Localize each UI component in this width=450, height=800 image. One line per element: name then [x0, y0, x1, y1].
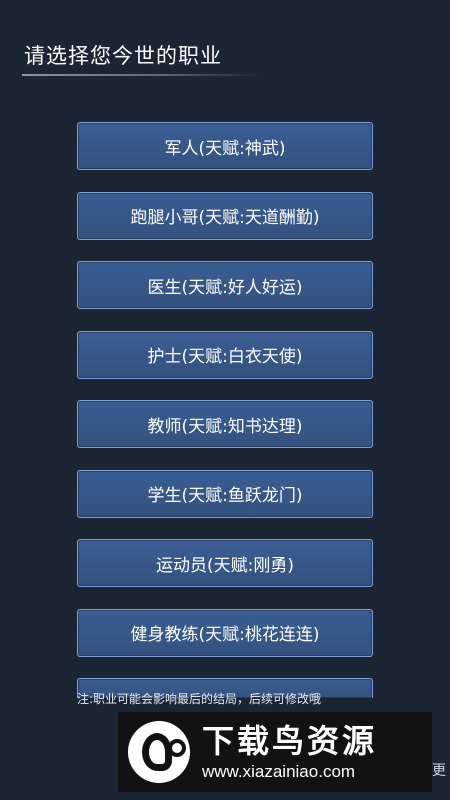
career-button-teacher[interactable]: 教师(天赋:知书达理) — [77, 400, 373, 448]
page-title: 请选择您今世的职业 — [24, 44, 222, 68]
watermark-text: 下载鸟资源 www.xiazainiao.com — [202, 721, 377, 783]
bird-body-shape — [142, 733, 172, 771]
career-button-soldier[interactable]: 军人(天赋:神武) — [77, 122, 373, 170]
career-button-doctor[interactable]: 医生(天赋:好人好运) — [77, 261, 373, 309]
edge-text-fragment: 更 — [432, 763, 446, 779]
career-button-student[interactable]: 学生(天赋:鱼跃龙门) — [77, 469, 373, 518]
title-divider — [22, 74, 260, 76]
career-note: 注:职业可能会影响最后的结局，后续可修改哦 — [77, 692, 322, 706]
career-button-fitness-coach[interactable]: 健身教练(天赋:桃花连连) — [77, 608, 373, 657]
career-button-courier[interactable]: 跑腿小哥(天赋:天道酬勤) — [77, 191, 373, 240]
watermark-title: 下载鸟资源 — [202, 722, 378, 760]
bird-logo-icon — [128, 721, 190, 783]
career-select-screen: 请选择您今世的职业 军人(天赋:神武) 跑腿小哥(天赋:天道酬勤) 医生(天赋:… — [0, 0, 450, 800]
bird-eye-shape — [168, 739, 186, 757]
career-list: 军人(天赋:神武) 跑腿小哥(天赋:天道酬勤) 医生(天赋:好人好运) 护士(天… — [77, 122, 373, 698]
career-button-nurse[interactable]: 护士(天赋:白衣天使) — [77, 330, 373, 379]
watermark-banner: 下载鸟资源 www.xiazainiao.com — [118, 712, 432, 792]
watermark-url: www.xiazainiao.com — [202, 762, 356, 781]
career-button-athlete[interactable]: 运动员(天赋:刚勇) — [77, 539, 373, 587]
